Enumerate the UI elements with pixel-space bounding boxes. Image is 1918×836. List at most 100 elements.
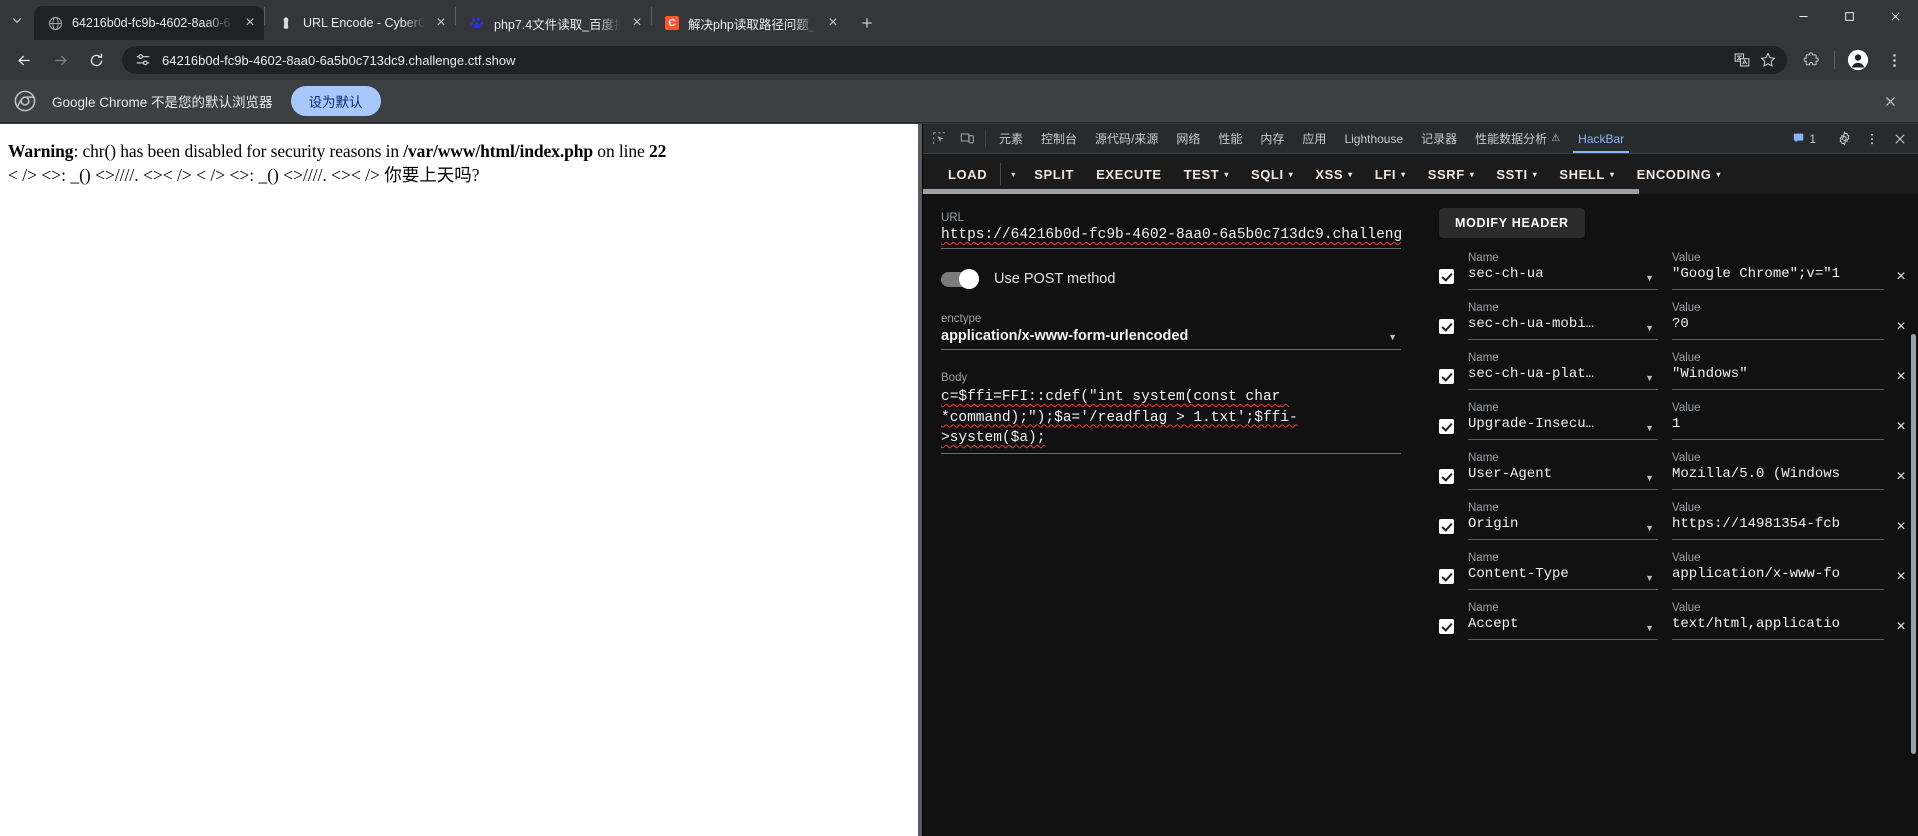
- chevron-down-icon[interactable]: ▼: [1645, 373, 1654, 383]
- chevron-down-icon[interactable]: ▼: [1645, 573, 1654, 583]
- header-enabled-checkbox[interactable]: [1439, 469, 1454, 484]
- header-name-select[interactable]: Content-Type: [1468, 566, 1658, 590]
- header-value-input[interactable]: Mozilla/5.0 (Windows: [1672, 466, 1884, 490]
- tab-close-button[interactable]: ×: [823, 13, 843, 33]
- hackbar-xss-menu[interactable]: XSS ▾: [1304, 158, 1363, 190]
- translate-icon[interactable]: [1729, 47, 1755, 73]
- tab-close-button[interactable]: ×: [627, 13, 647, 33]
- header-name-select[interactable]: User-Agent: [1468, 466, 1658, 490]
- reload-button[interactable]: [81, 45, 111, 75]
- url-input[interactable]: https://64216b0d-fc9b-4602-8aa0-6a5b0c71…: [941, 227, 1401, 249]
- header-name-select[interactable]: Accept: [1468, 616, 1658, 640]
- inspect-element-icon[interactable]: [925, 124, 953, 153]
- enctype-select[interactable]: application/x-www-form-urlencoded: [941, 328, 1401, 350]
- chrome-menu-button[interactable]: [1879, 45, 1909, 75]
- chevron-down-icon[interactable]: ▼: [1645, 323, 1654, 333]
- header-value-input[interactable]: "Windows": [1672, 366, 1884, 390]
- devtools-tab-performance[interactable]: 性能: [1209, 124, 1251, 153]
- extensions-button[interactable]: [1796, 45, 1826, 75]
- device-toolbar-icon[interactable]: [953, 124, 981, 153]
- header-name-select[interactable]: Upgrade-Insecu…: [1468, 416, 1658, 440]
- header-name-select[interactable]: Origin: [1468, 516, 1658, 540]
- header-name-select[interactable]: sec-ch-ua-plat…: [1468, 366, 1658, 390]
- chevron-down-icon[interactable]: ▼: [1645, 623, 1654, 633]
- browser-tab-1[interactable]: URL Encode - CyberChef ×: [265, 6, 455, 40]
- tab-search-button[interactable]: [0, 0, 34, 40]
- window-minimize-button[interactable]: [1780, 0, 1826, 32]
- browser-tab-3[interactable]: C 解决php读取路径问题_php7.4 ×: [652, 6, 847, 40]
- devtools-tab-hackbar[interactable]: HackBar: [1569, 124, 1633, 153]
- chevron-down-icon[interactable]: ▼: [1645, 523, 1654, 533]
- header-value-input[interactable]: application/x-www-fo: [1672, 566, 1884, 590]
- star-icon[interactable]: [1755, 47, 1781, 73]
- header-name-select[interactable]: sec-ch-ua: [1468, 266, 1658, 290]
- hackbar-split-button[interactable]: SPLIT: [1023, 158, 1085, 190]
- infobar-close-button[interactable]: [1876, 87, 1904, 115]
- window-close-button[interactable]: [1872, 0, 1918, 32]
- hackbar-sqli-menu[interactable]: SQLI ▾: [1240, 158, 1304, 190]
- hackbar-test-menu[interactable]: TEST ▾: [1173, 158, 1240, 190]
- new-tab-button[interactable]: [853, 9, 881, 37]
- header-enabled-checkbox[interactable]: [1439, 369, 1454, 384]
- forward-button[interactable]: [45, 45, 75, 75]
- chevron-down-icon: ▾: [1469, 169, 1475, 179]
- devtools-more-button[interactable]: [1858, 132, 1886, 146]
- header-enabled-checkbox[interactable]: [1439, 269, 1454, 284]
- hackbar-encoding-menu[interactable]: ENCODING ▾: [1626, 158, 1732, 190]
- devtools-tab-console[interactable]: 控制台: [1032, 124, 1086, 153]
- hackbar-load-dropdown[interactable]: ▾: [1003, 158, 1023, 190]
- post-method-toggle[interactable]: [941, 269, 979, 289]
- header-enabled-checkbox[interactable]: [1439, 419, 1454, 434]
- chevron-down-icon[interactable]: ▼: [1645, 273, 1654, 283]
- devtools-tab-network[interactable]: 网络: [1167, 124, 1209, 153]
- header-value-input[interactable]: text/html,applicatio: [1672, 616, 1884, 640]
- body-textarea[interactable]: c=$ffi=FFI::cdef("int system(const char …: [941, 387, 1401, 454]
- chevron-down-icon[interactable]: ▼: [1645, 423, 1654, 433]
- hackbar-ssrf-menu[interactable]: SSRF ▾: [1417, 158, 1486, 190]
- headers-scrollbar[interactable]: [1911, 334, 1916, 754]
- tab-close-button[interactable]: ×: [240, 13, 260, 33]
- browser-tab-0[interactable]: 64216b0d-fc9b-4602-8aa0-6 ×: [34, 6, 264, 40]
- devtools-tab-memory[interactable]: 内存: [1251, 124, 1293, 153]
- tune-icon[interactable]: [134, 51, 152, 69]
- devtools-tab-lighthouse[interactable]: Lighthouse: [1335, 124, 1412, 153]
- header-value-label: Value: [1672, 352, 1701, 364]
- window-maximize-button[interactable]: [1826, 0, 1872, 32]
- modify-header-button[interactable]: MODIFY HEADER: [1439, 208, 1585, 238]
- header-remove-button[interactable]: ×: [1884, 268, 1918, 286]
- hackbar-lfi-menu[interactable]: LFI ▾: [1364, 158, 1417, 190]
- header-enabled-checkbox[interactable]: [1439, 619, 1454, 634]
- devtools-tab-application[interactable]: 应用: [1293, 124, 1335, 153]
- chevron-down-icon[interactable]: ▼: [1388, 332, 1397, 342]
- header-value-input[interactable]: ?0: [1672, 316, 1884, 340]
- tab-title: 解决php读取路径问题_php7.4: [688, 17, 817, 32]
- warning-message: : chr() has been disabled for security r…: [73, 141, 404, 161]
- tab-close-button[interactable]: ×: [431, 13, 451, 33]
- header-value-input[interactable]: https://14981354-fcb: [1672, 516, 1884, 540]
- header-value-input[interactable]: 1: [1672, 416, 1884, 440]
- devtools-message-count[interactable]: 1: [1788, 132, 1821, 146]
- hackbar-shell-menu[interactable]: SHELL ▾: [1548, 158, 1625, 190]
- devtools-tab-recorder[interactable]: 记录器: [1412, 124, 1466, 153]
- header-value-input[interactable]: "Google Chrome";v="1: [1672, 266, 1884, 290]
- chevron-down-icon[interactable]: ▼: [1645, 473, 1654, 483]
- back-button[interactable]: [9, 45, 39, 75]
- header-name-select[interactable]: sec-ch-ua-mobi…: [1468, 316, 1658, 340]
- window-controls: [1780, 0, 1918, 40]
- devtools-tab-elements[interactable]: 元素: [990, 124, 1032, 153]
- hackbar-ssti-menu[interactable]: SSTI ▾: [1485, 158, 1548, 190]
- hackbar-load-button[interactable]: LOAD: [937, 158, 998, 190]
- devtools-tab-performance-insights[interactable]: 性能数据分析 ⚠: [1466, 124, 1569, 153]
- header-enabled-checkbox[interactable]: [1439, 319, 1454, 334]
- header-enabled-checkbox[interactable]: [1439, 569, 1454, 584]
- tab-title: php7.4文件读取_百度搜索: [494, 17, 621, 32]
- hackbar-execute-button[interactable]: EXECUTE: [1085, 158, 1173, 190]
- devtools-close-button[interactable]: [1886, 132, 1914, 146]
- profile-button[interactable]: [1843, 45, 1873, 75]
- browser-tab-2[interactable]: php7.4文件读取_百度搜索 ×: [456, 6, 651, 40]
- set-default-button[interactable]: 设为默认: [290, 86, 381, 116]
- header-enabled-checkbox[interactable]: [1439, 519, 1454, 534]
- address-bar[interactable]: 64216b0d-fc9b-4602-8aa0-6a5b0c713dc9.cha…: [122, 46, 1787, 74]
- gear-icon[interactable]: [1830, 131, 1858, 146]
- devtools-tab-sources[interactable]: 源代码/来源: [1086, 124, 1167, 153]
